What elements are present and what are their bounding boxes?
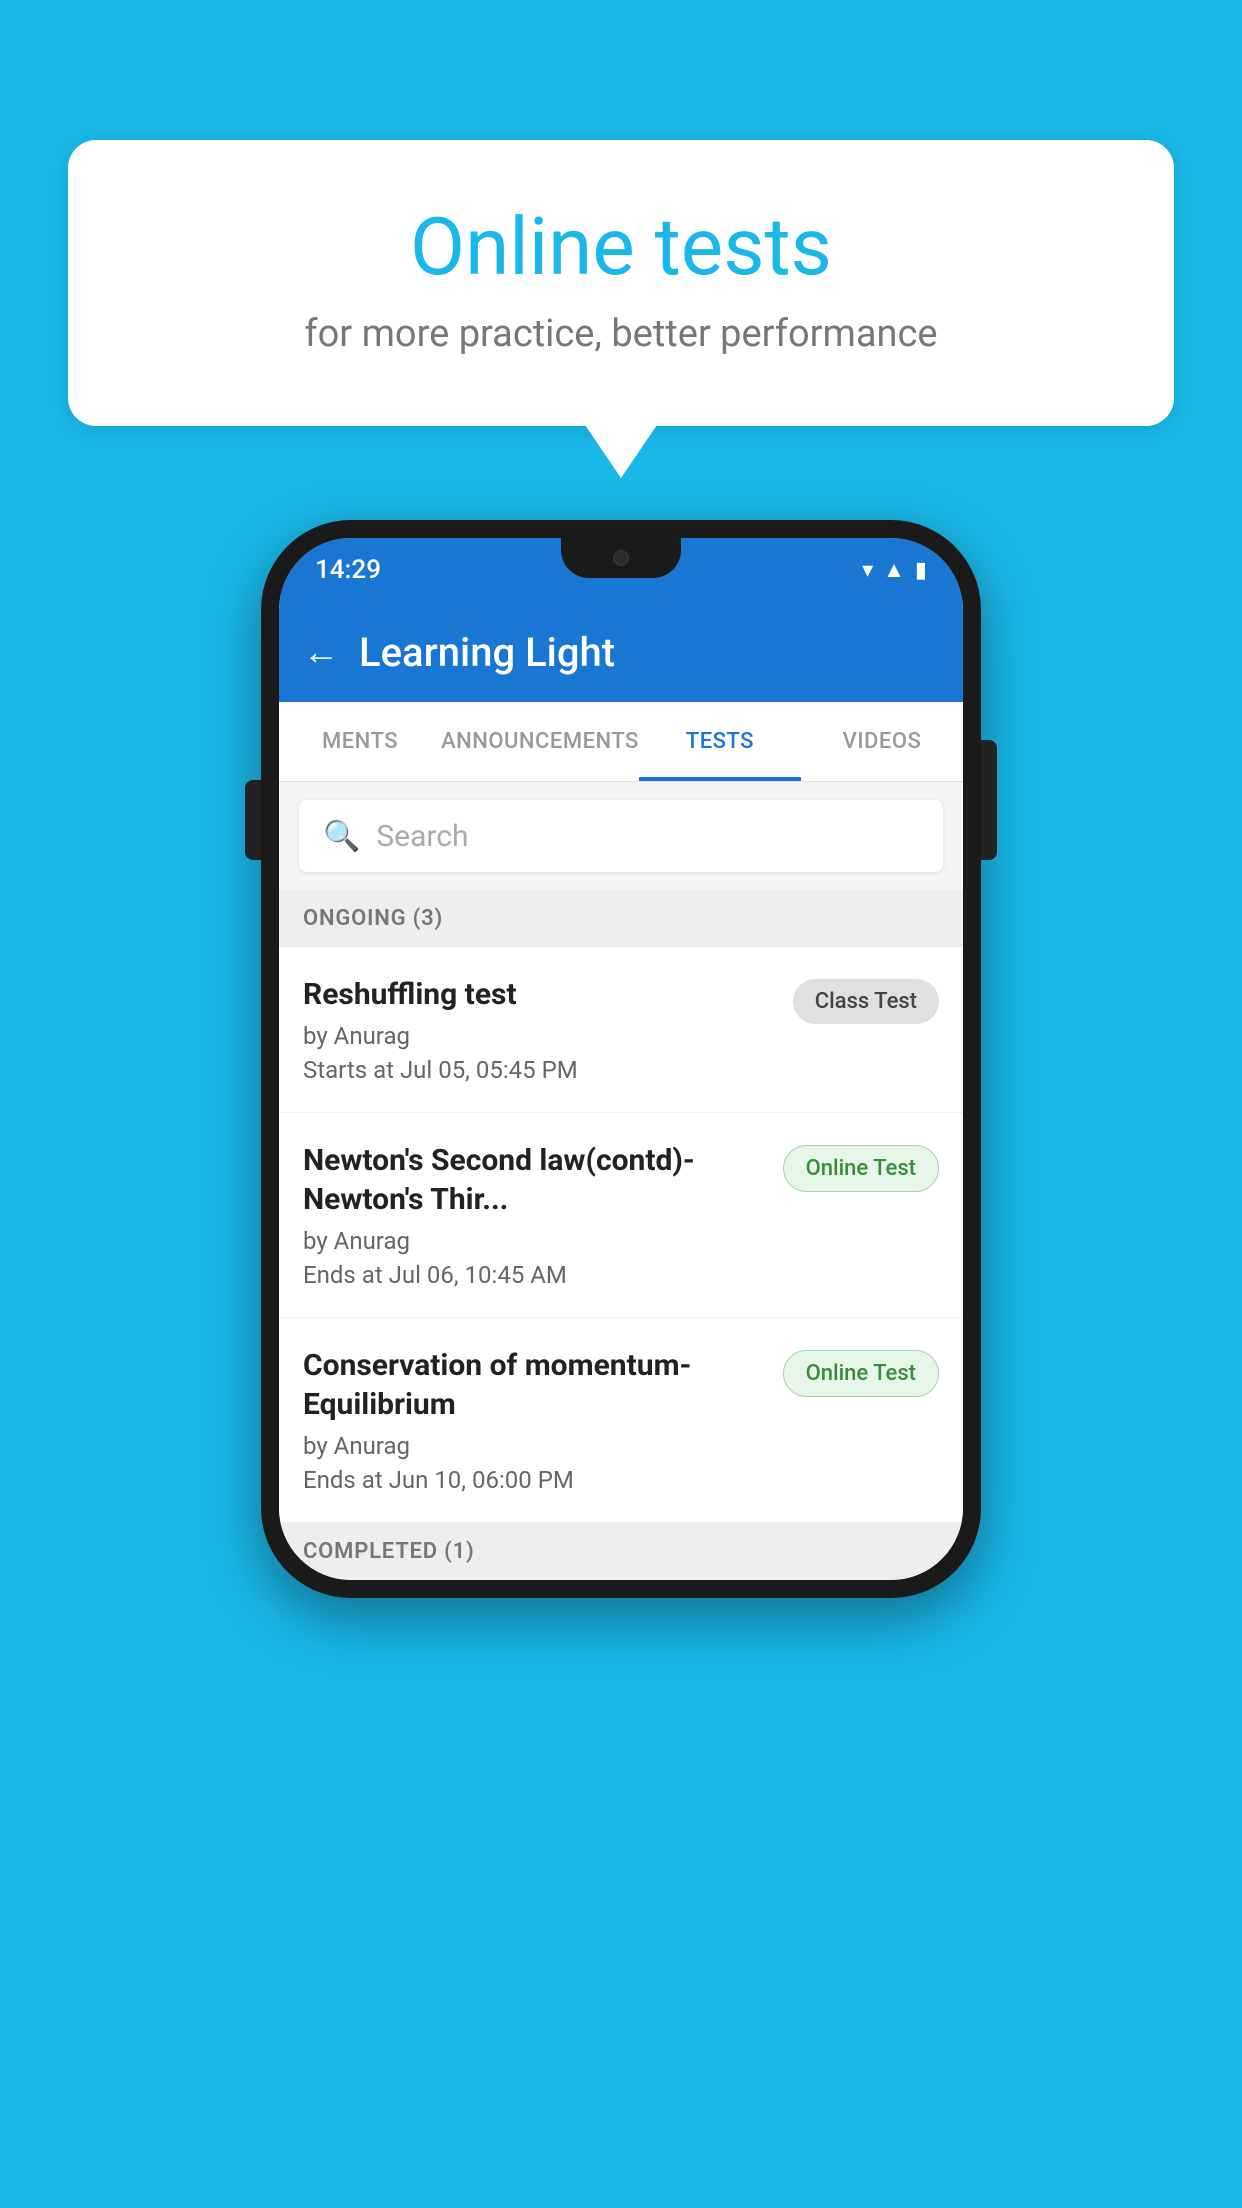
camera [613, 550, 629, 566]
test-author: by Anurag [303, 1432, 767, 1460]
app-bar: ← Learning Light [279, 602, 963, 702]
test-name: Conservation of momentum-Equilibrium [303, 1346, 767, 1424]
phone-notch [561, 538, 681, 578]
test-badge-online-2: Online Test [783, 1350, 939, 1397]
wifi-icon: ▾ [862, 558, 873, 583]
search-input[interactable]: Search [376, 819, 468, 854]
tab-ments[interactable]: MENTS [279, 702, 441, 781]
phone-screen: 14:29 ▾ ▲ ▮ ← Learning Light MENTS ANNOU… [279, 538, 963, 1580]
test-time: Starts at Jul 05, 05:45 PM [303, 1056, 777, 1084]
phone-outer: 14:29 ▾ ▲ ▮ ← Learning Light MENTS ANNOU… [261, 520, 981, 1598]
tab-videos[interactable]: VIDEOS [801, 702, 963, 781]
promo-bubble: Online tests for more practice, better p… [68, 140, 1174, 426]
test-item-conservation[interactable]: Conservation of momentum-Equilibrium by … [279, 1318, 963, 1523]
test-list: Reshuffling test by Anurag Starts at Jul… [279, 947, 963, 1523]
search-bar[interactable]: 🔍 Search [299, 800, 943, 872]
test-name: Newton's Second law(contd)-Newton's Thir… [303, 1141, 767, 1219]
bubble-title: Online tests [128, 200, 1114, 294]
phone-mockup: 14:29 ▾ ▲ ▮ ← Learning Light MENTS ANNOU… [261, 520, 981, 1598]
test-time: Ends at Jul 06, 10:45 AM [303, 1261, 767, 1289]
search-icon: 🔍 [323, 819, 360, 854]
tab-announcements[interactable]: ANNOUNCEMENTS [441, 702, 639, 781]
tab-bar: MENTS ANNOUNCEMENTS TESTS VIDEOS [279, 702, 963, 782]
search-container: 🔍 Search [279, 782, 963, 890]
test-time: Ends at Jun 10, 06:00 PM [303, 1466, 767, 1494]
status-time: 14:29 [315, 555, 381, 585]
test-author: by Anurag [303, 1022, 777, 1050]
app-title: Learning Light [359, 629, 615, 676]
back-button[interactable]: ← [303, 631, 339, 673]
signal-icon: ▲ [883, 557, 905, 583]
test-item-newton[interactable]: Newton's Second law(contd)-Newton's Thir… [279, 1113, 963, 1318]
test-badge-class: Class Test [793, 979, 939, 1024]
battery-icon: ▮ [915, 558, 927, 583]
completed-section-header: COMPLETED (1) [279, 1523, 963, 1580]
test-item-content: Conservation of momentum-Equilibrium by … [303, 1346, 767, 1494]
test-author: by Anurag [303, 1227, 767, 1255]
test-item-content: Reshuffling test by Anurag Starts at Jul… [303, 975, 777, 1084]
test-name: Reshuffling test [303, 975, 777, 1014]
ongoing-section-header: ONGOING (3) [279, 890, 963, 947]
test-item-reshuffling[interactable]: Reshuffling test by Anurag Starts at Jul… [279, 947, 963, 1113]
tab-tests[interactable]: TESTS [639, 702, 801, 781]
test-item-content: Newton's Second law(contd)-Newton's Thir… [303, 1141, 767, 1289]
bubble-subtitle: for more practice, better performance [128, 312, 1114, 356]
test-badge-online: Online Test [783, 1145, 939, 1192]
status-icons: ▾ ▲ ▮ [862, 557, 927, 583]
